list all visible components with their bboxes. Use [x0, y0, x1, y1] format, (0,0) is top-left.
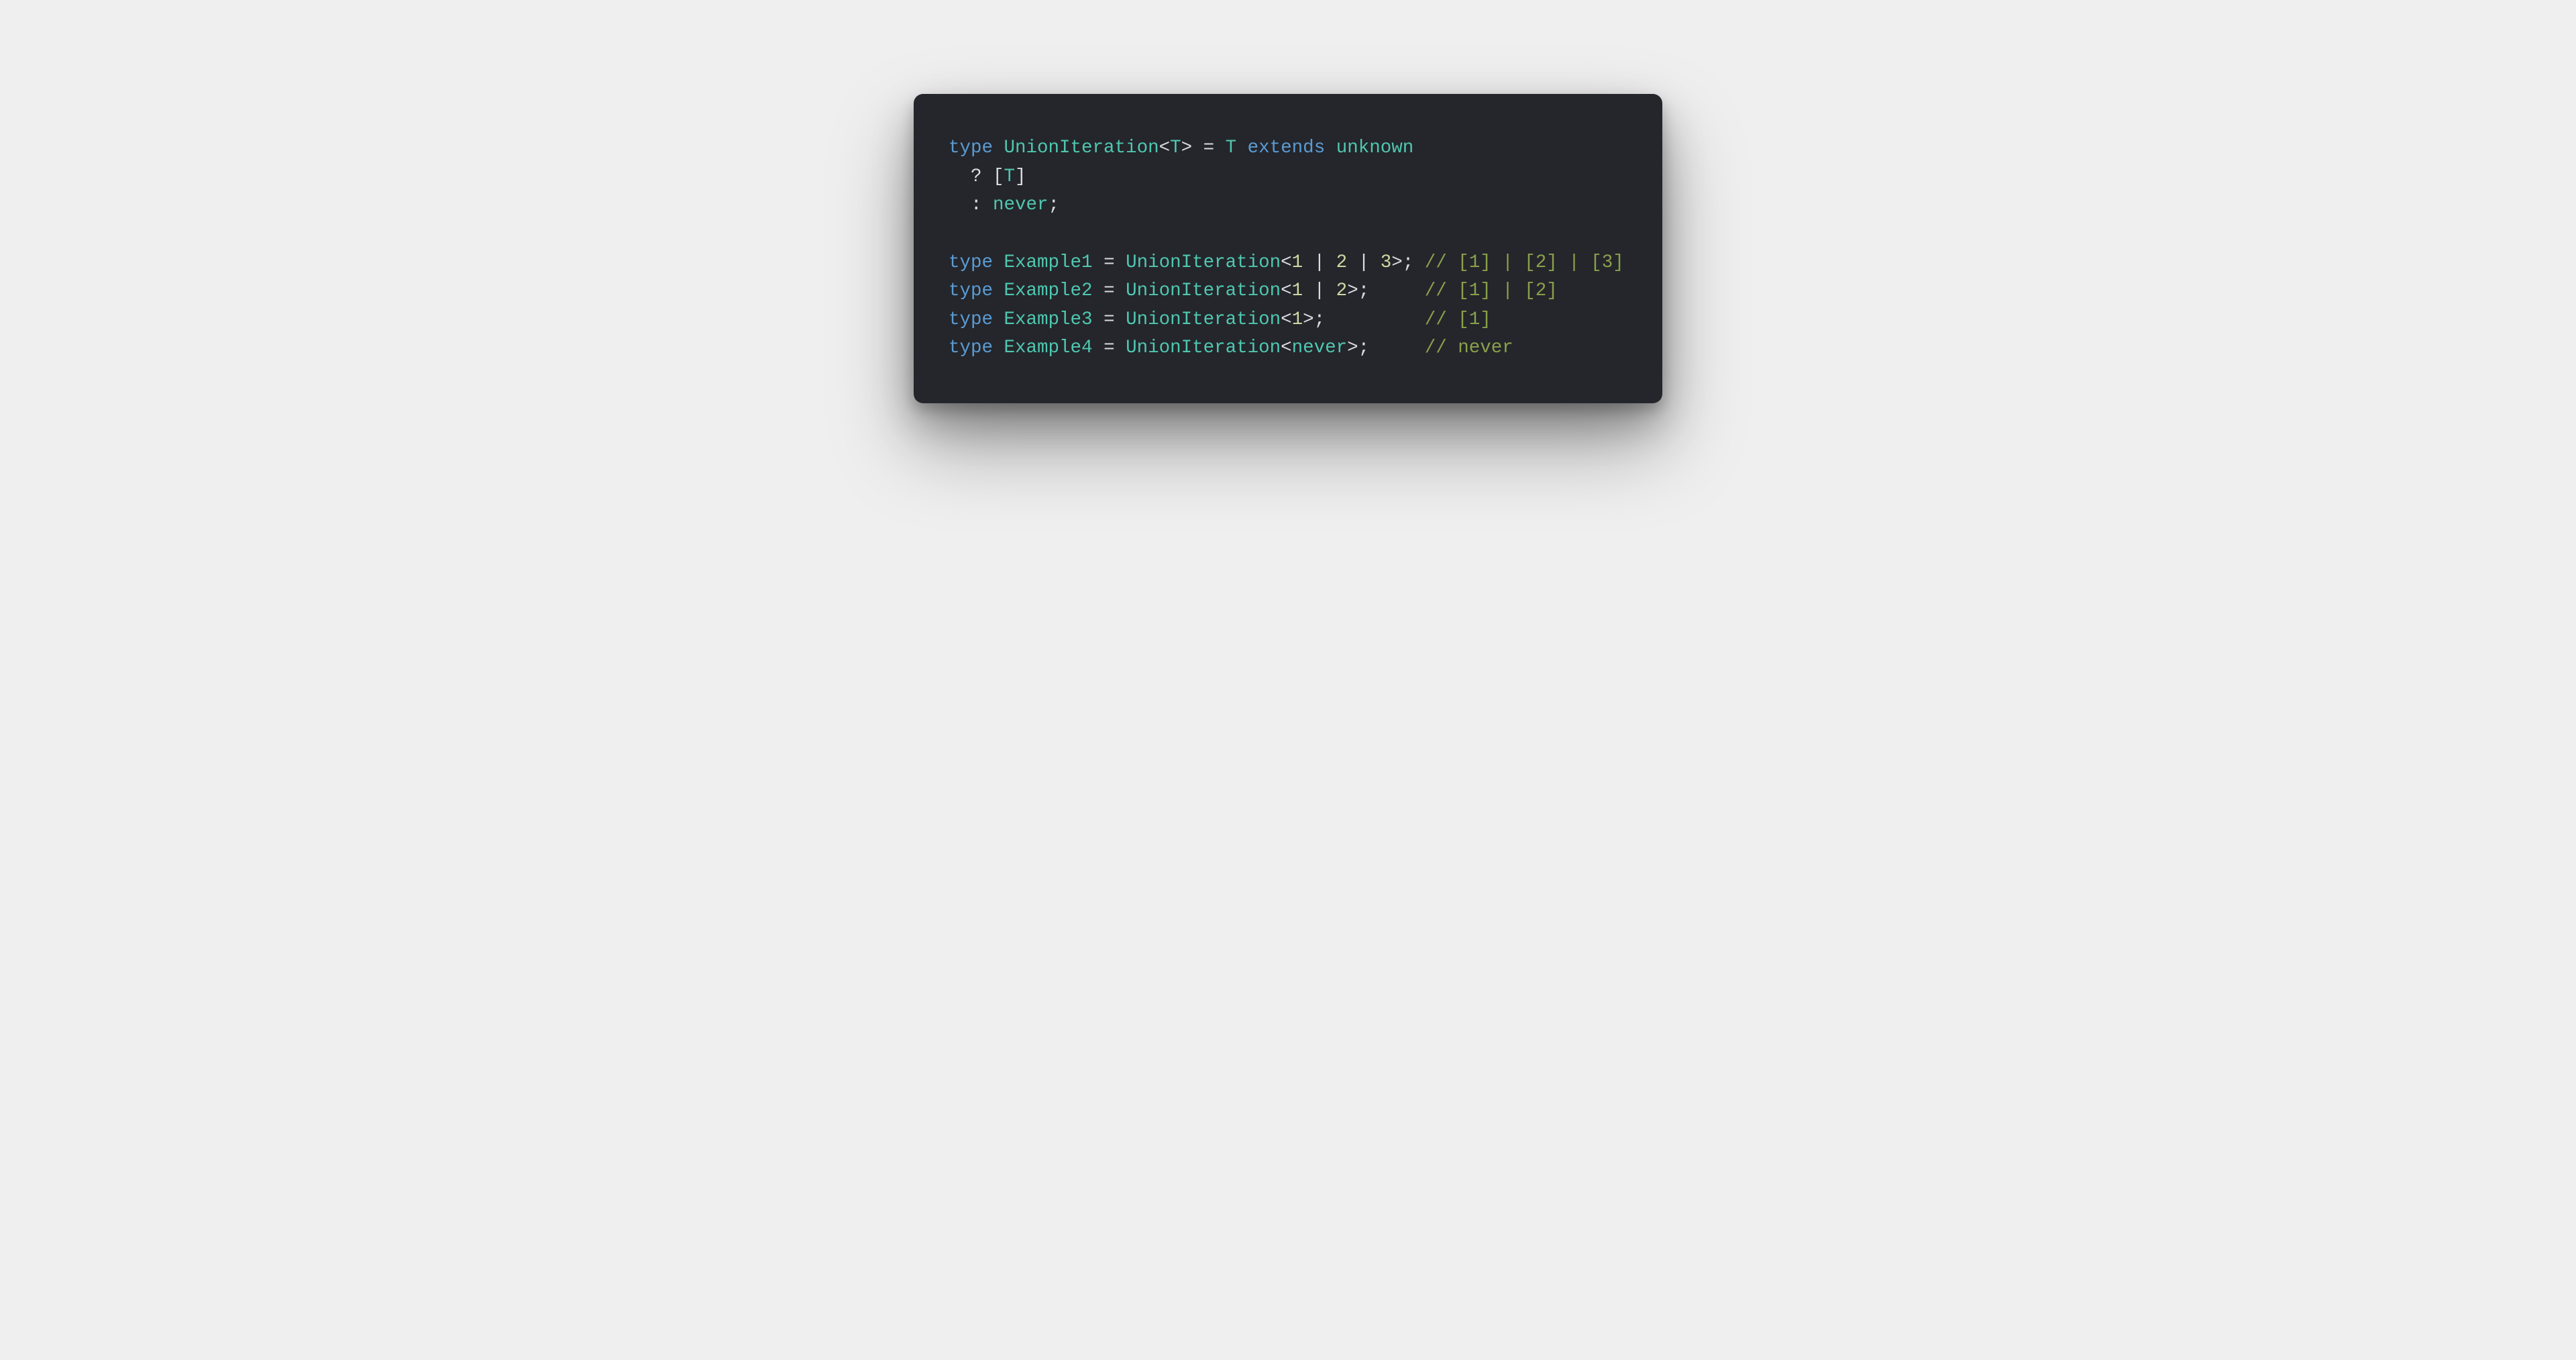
code-token: 1 [1292, 309, 1303, 330]
code-token: Example4 [1004, 337, 1093, 358]
code-token: | [1303, 280, 1336, 301]
code-token: Example2 [1004, 280, 1093, 301]
code-token: < [1281, 252, 1292, 273]
code-token: = [1093, 309, 1126, 330]
code-token: UnionIteration [1126, 309, 1281, 330]
code-token: ] [1015, 166, 1026, 187]
code-token: >; [1303, 309, 1325, 330]
code-line: type Example3 = UnionIteration<1>; // [1… [949, 309, 1491, 330]
code-token [1413, 252, 1425, 273]
code-line: type Example2 = UnionIteration<1 | 2>; /… [949, 280, 1558, 301]
code-token: // [1] [1425, 309, 1491, 330]
code-token: never [1292, 337, 1348, 358]
code-token: < [1281, 280, 1292, 301]
code-token [1325, 138, 1336, 158]
code-token: 3 [1381, 252, 1392, 273]
code-token: UnionIteration [1126, 252, 1281, 273]
code-token [993, 138, 1004, 158]
code-token: | [1303, 252, 1336, 273]
code-token: < [1281, 309, 1292, 330]
code-token: : [949, 195, 993, 215]
code-token: Example3 [1004, 309, 1093, 330]
code-token: >; [1347, 337, 1369, 358]
code-token: type [949, 138, 993, 158]
code-token: 2 [1336, 280, 1348, 301]
code-token: UnionIteration [1004, 138, 1159, 158]
code-token: >; [1347, 280, 1369, 301]
code-token: // never [1425, 337, 1513, 358]
code-token: T [1004, 166, 1016, 187]
code-token [993, 280, 1004, 301]
code-token: ? [ [949, 166, 1004, 187]
code-token: < [1159, 138, 1171, 158]
code-line: ? [T] [949, 166, 1026, 187]
code-token: Example1 [1004, 252, 1093, 273]
code-token: = [1093, 280, 1126, 301]
code-token [993, 309, 1004, 330]
code-token: = [1192, 138, 1226, 158]
code-token: 1 [1292, 252, 1303, 273]
code-token: type [949, 280, 993, 301]
code-token: < [1281, 337, 1292, 358]
code-token [1369, 280, 1425, 301]
code-token: = [1093, 337, 1126, 358]
code-snippet-card: type UnionIteration<T> = T extends unkno… [914, 94, 1662, 403]
code-line: : never; [949, 195, 1059, 215]
code-token: unknown [1336, 138, 1414, 158]
code-token: ; [1049, 195, 1060, 215]
code-token: type [949, 309, 993, 330]
code-line: type UnionIteration<T> = T extends unkno… [949, 138, 1413, 158]
code-token [1236, 138, 1248, 158]
code-token: never [993, 195, 1049, 215]
code-token [993, 337, 1004, 358]
code-token: UnionIteration [1126, 280, 1281, 301]
code-token: >; [1391, 252, 1413, 273]
code-token: // [1] | [2] | [3] [1425, 252, 1624, 273]
code-token [1369, 337, 1425, 358]
code-token: = [1093, 252, 1126, 273]
code-token: > [1181, 138, 1193, 158]
code-token: type [949, 337, 993, 358]
code-token: type [949, 252, 993, 273]
code-token: 1 [1292, 280, 1303, 301]
code-line: type Example1 = UnionIteration<1 | 2 | 3… [949, 252, 1624, 273]
code-token: 2 [1336, 252, 1348, 273]
page-background: type UnionIteration<T> = T extends unkno… [0, 0, 2576, 1360]
code-token [993, 252, 1004, 273]
code-token: // [1] | [2] [1425, 280, 1558, 301]
code-block: type UnionIteration<T> = T extends unkno… [949, 134, 1627, 363]
code-token: T [1226, 138, 1237, 158]
code-token [1325, 309, 1425, 330]
code-token: extends [1248, 138, 1326, 158]
code-token: UnionIteration [1126, 337, 1281, 358]
code-token: T [1170, 138, 1181, 158]
code-token: | [1347, 252, 1381, 273]
code-line: type Example4 = UnionIteration<never>; /… [949, 337, 1513, 358]
